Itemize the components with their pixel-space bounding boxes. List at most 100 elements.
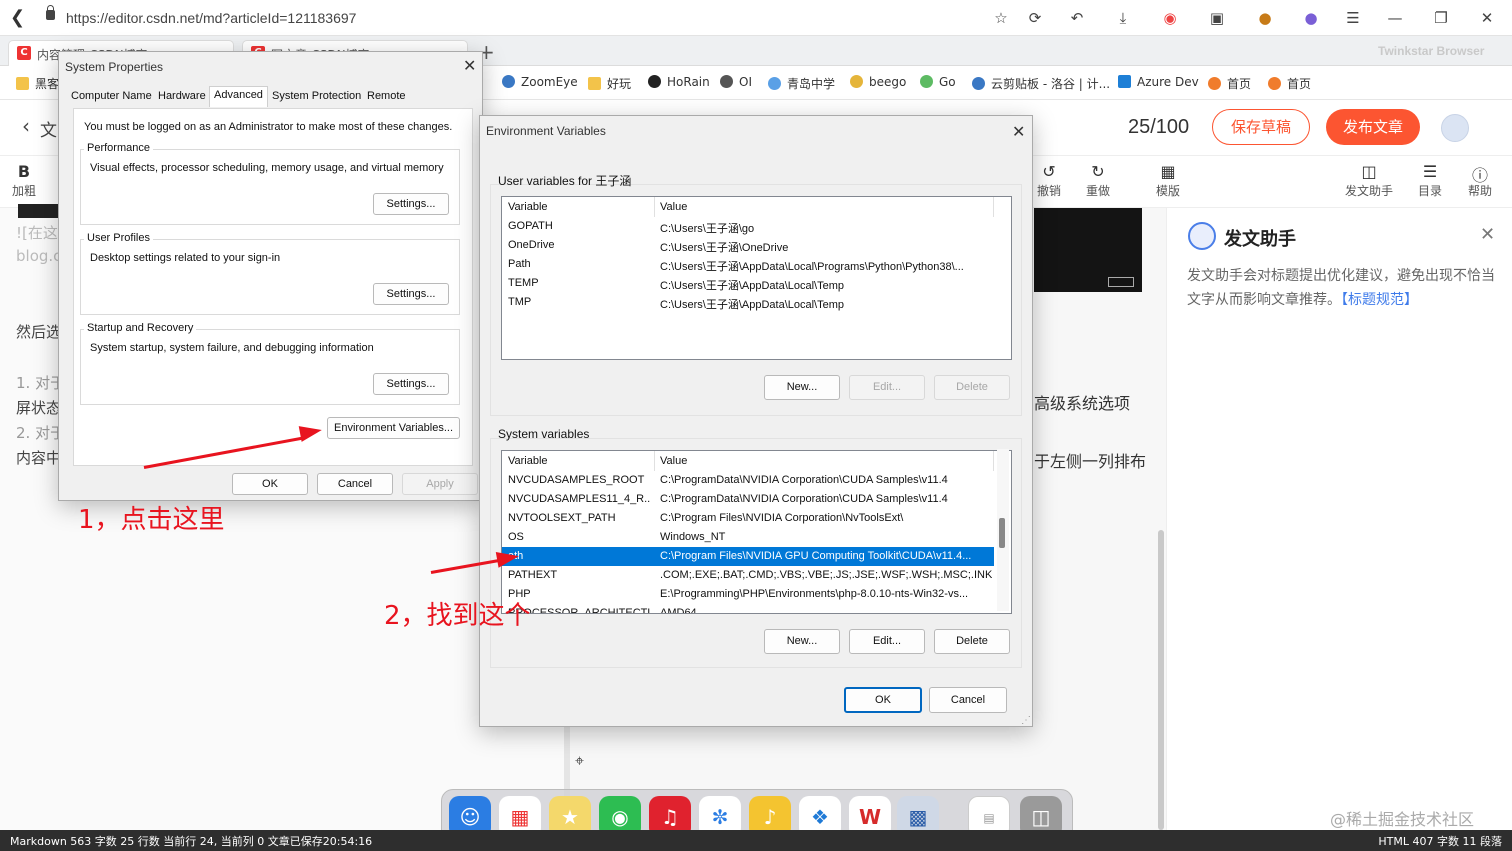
download-icon[interactable]: ⤓ [1112, 7, 1134, 29]
bookmark-item[interactable]: 首页 [1208, 75, 1251, 92]
startup-settings-button[interactable]: Settings... [373, 373, 449, 395]
performance-settings-button[interactable]: Settings... [373, 193, 449, 215]
sync-icon[interactable]: ⟳ [1024, 7, 1046, 29]
table-row[interactable]: PATHEXT .COM;.EXE;.BAT;.CMD;.VBS;.VBE;.JS… [502, 566, 994, 585]
extension-icon[interactable]: ◉ [1159, 7, 1181, 29]
advanced-tab-page: You must be logged on as an Administrato… [73, 108, 473, 466]
system-edit-button[interactable]: Edit... [849, 629, 925, 654]
bookmark-item[interactable]: beego [850, 75, 906, 89]
tab-computer-name[interactable]: Computer Name [71, 90, 152, 102]
col-value: Value [660, 455, 688, 467]
table-row[interactable]: NVTOOLSEXT_PATH C:\Program Files\NVIDIA C… [502, 509, 994, 528]
menu-icon[interactable]: ☰ [1342, 7, 1364, 29]
url-text[interactable]: https://editor.csdn.net/md?articleId=121… [66, 10, 356, 26]
browser-brand: Twinkstar Browser [1378, 44, 1485, 58]
bookmark-item[interactable]: 青岛中学 [768, 75, 835, 92]
avatar[interactable] [1441, 114, 1469, 142]
profile-icon[interactable]: ● [1300, 7, 1322, 29]
undo-arrow-icon[interactable]: ↶ [1066, 7, 1088, 29]
resize-grip-icon[interactable]: ⋰ [1021, 715, 1031, 726]
title-fragment: 文 [40, 121, 57, 141]
preview-line: 于左侧一列排布 [1034, 452, 1147, 471]
close-window-icon[interactable]: ✕ [1476, 7, 1498, 29]
table-row[interactable]: TMP C:\Users\王子涵\AppData\Local\Temp [502, 293, 994, 312]
apply-button[interactable]: Apply [402, 473, 478, 495]
bookmark-item[interactable]: 好玩 [588, 75, 631, 92]
bookmark-item[interactable]: 首页 [1268, 75, 1311, 92]
table-row[interactable]: PHP E:\Programming\PHP\Environments\php-8… [502, 585, 994, 604]
bookmark-item[interactable]: ZoomEye [502, 75, 578, 89]
ok-button[interactable]: OK [844, 687, 922, 713]
bookmark-item[interactable]: 黑客 [16, 75, 59, 92]
bookmark-item[interactable]: Go [920, 75, 956, 89]
variable-name: NVCUDASAMPLES11_4_R... [508, 493, 650, 505]
crop-icon[interactable]: ▣ [1206, 7, 1228, 29]
tab-advanced[interactable]: Advanced [209, 86, 268, 107]
helper-tool[interactable]: ◫ 发文助手 [1340, 162, 1398, 199]
cancel-button[interactable]: Cancel [929, 687, 1007, 713]
bookmark-item[interactable]: 云剪贴板 - 洛谷 | 计... [972, 75, 1110, 92]
table-row[interactable]: Path C:\Users\王子涵\AppData\Local\Programs\… [502, 255, 994, 274]
restore-icon[interactable]: ❐ [1430, 7, 1452, 29]
bookmark-item[interactable]: OI [720, 75, 752, 89]
environment-variables-button[interactable]: Environment Variables... [327, 417, 460, 439]
template-tool[interactable]: ▦ 模版 [1146, 162, 1190, 199]
variable-name: Path [508, 258, 531, 270]
help-tool[interactable]: ⓘ 帮助 [1458, 162, 1502, 199]
user-vars-label: User variables for 王子涵 [498, 174, 632, 188]
back-icon[interactable]: ❮ [10, 7, 25, 28]
tab-remote[interactable]: Remote [367, 90, 406, 102]
scrollbar-thumb[interactable] [999, 518, 1005, 548]
table-row[interactable]: GOPATH C:\Users\王子涵\go [502, 217, 994, 236]
close-icon[interactable]: ✕ [1012, 122, 1025, 142]
cancel-button[interactable]: Cancel [317, 473, 393, 495]
system-delete-button[interactable]: Delete [934, 629, 1010, 654]
toc-tool[interactable]: ☰ 目录 [1408, 162, 1452, 199]
startup-desc: System startup, system failure, and debu… [90, 342, 374, 354]
system-new-button[interactable]: New... [764, 629, 840, 654]
variable-value: C:\Program Files\NVIDIA GPU Computing To… [660, 550, 972, 562]
undo-tool[interactable]: ↺ 撤销 [1027, 162, 1071, 199]
table-row[interactable]: PROCESSOR_ARCHITECTU... AMD64 [502, 604, 994, 613]
bold-tool[interactable]: B 加粗 [2, 162, 46, 199]
table-row[interactable]: NVCUDASAMPLES_ROOT C:\ProgramData\NVIDIA … [502, 471, 994, 490]
user-vars-list[interactable]: Variable Value GOPATH C:\Users\王子涵\go OneD… [501, 196, 1012, 360]
system-vars-list[interactable]: Variable Value NVCUDASAMPLES_ROOT C:\Prog… [501, 450, 1012, 614]
user-edit-button[interactable]: Edit... [849, 375, 925, 400]
variable-name: NVCUDASAMPLES_ROOT [508, 474, 645, 486]
publish-button[interactable]: 发布文章 [1326, 109, 1420, 145]
azure-icon [1118, 75, 1131, 88]
bookmark-item[interactable]: Azure Dev [1118, 75, 1199, 89]
user-delete-button[interactable]: Delete [934, 375, 1010, 400]
save-draft-button[interactable]: 保存草稿 [1212, 109, 1310, 145]
redo-tool[interactable]: ↻ 重做 [1076, 162, 1120, 199]
table-row[interactable]: NVCUDASAMPLES11_4_R... C:\ProgramData\NVI… [502, 490, 994, 509]
star-icon[interactable]: ☆ [990, 7, 1012, 29]
helper-description: 发文助手会对标题提出优化建议，避免出现不恰当文字从而影响文章推荐。【标题规范】 [1187, 268, 1495, 308]
variable-name: OS [508, 531, 524, 543]
table-row[interactable]: TEMP C:\Users\王子涵\AppData\Local\Temp [502, 274, 994, 293]
ok-button[interactable]: OK [232, 473, 308, 495]
user-new-button[interactable]: New... [764, 375, 840, 400]
list-header: Variable Value [502, 197, 1011, 217]
tab-hardware[interactable]: Hardware [158, 90, 206, 102]
scrollbar[interactable] [1158, 530, 1164, 830]
md-line: 屏状态 [16, 399, 62, 417]
minimize-icon[interactable]: — [1384, 7, 1406, 29]
variable-value: C:\Users\王子涵\AppData\Local\Temp [660, 280, 845, 292]
bookmark-item[interactable]: HoRain [648, 75, 710, 89]
performance-label: Performance [84, 142, 153, 154]
table-row[interactable]: OS Windows_NT [502, 528, 994, 547]
table-row[interactable]: ath C:\Program Files\NVIDIA GPU Computing… [502, 547, 994, 566]
back-icon[interactable]: ‹ [22, 114, 30, 138]
tab-system-protection[interactable]: System Protection [272, 90, 361, 102]
sync-scroll-icon[interactable]: ⌖ [575, 751, 584, 771]
close-icon[interactable]: ✕ [1480, 224, 1495, 245]
cloud-icon [768, 77, 781, 90]
close-icon[interactable]: ✕ [463, 56, 476, 76]
title-rules-link[interactable]: 【标题规范】 [1341, 292, 1418, 308]
table-row[interactable]: OneDrive C:\Users\王子涵\OneDrive [502, 236, 994, 255]
cookie-icon[interactable]: ● [1254, 7, 1276, 29]
window-icon [1108, 277, 1134, 287]
user-profiles-settings-button[interactable]: Settings... [373, 283, 449, 305]
